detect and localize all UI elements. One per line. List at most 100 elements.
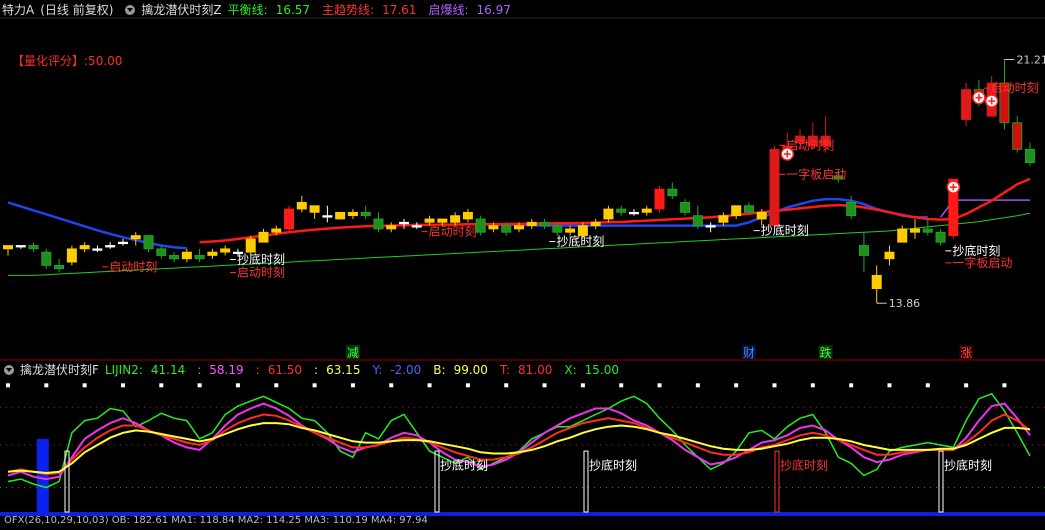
osc-signal-label: 抄底时刻: [944, 457, 992, 472]
stock-name: 特力A: [2, 3, 35, 17]
sub-header-item-label: X:: [564, 363, 577, 377]
candle-body: [143, 235, 154, 250]
header-item-label: 平衡线:: [227, 3, 268, 17]
sub-header-item-value: 81.00: [518, 363, 553, 377]
candle-body: [1025, 148, 1035, 164]
candle-body: [3, 245, 13, 250]
osc-top-dot: [312, 383, 317, 388]
osc-top-dot: [580, 383, 585, 388]
candle-body: [858, 245, 869, 256]
header-item-label: 启爆线:: [428, 3, 469, 17]
candle-body: [450, 215, 461, 223]
sub-header-item-value: 99.00: [453, 363, 488, 377]
candle-body: [424, 218, 435, 223]
osc-red-line: [7, 413, 1031, 476]
breakout-line-blue-0: [7, 201, 187, 250]
osc-top-dot: [849, 383, 854, 388]
osc-magenta-line: [7, 402, 1031, 481]
candle-body: [156, 248, 167, 256]
sub-header-item-6: T: 81.00: [500, 363, 558, 377]
candle-body: [15, 245, 26, 248]
annotation-label: 抄底时刻: [556, 234, 604, 249]
candle-body: [309, 205, 320, 213]
sub-header-item-label: LIJIN2:: [104, 363, 143, 377]
candle-body: [590, 221, 601, 227]
osc-top-dot: [504, 383, 509, 388]
osc-top-dot: [44, 383, 49, 388]
osc-top-dot: [695, 383, 700, 388]
quant-score: 【量化评分】:50.00: [12, 52, 122, 69]
candle-body: [667, 188, 678, 197]
osc-blue-bar: [36, 438, 49, 512]
candle-body: [718, 215, 729, 223]
osc-top-dot: [734, 383, 739, 388]
candle-body: [399, 221, 410, 225]
low-price-label: 13.86: [889, 297, 921, 310]
sub-header-item-value: 61.50: [267, 363, 303, 377]
indicator-menu-icon[interactable]: [125, 5, 136, 15]
candle-body: [54, 265, 65, 270]
osc-signal-bar: [774, 450, 780, 513]
osc-top-dot: [925, 383, 930, 388]
candle-body: [245, 238, 256, 253]
annotation-label: 启动时刻: [991, 81, 1039, 95]
quant-score-label: 【量化评分】: [12, 54, 85, 68]
sub-header-item-3: :63.15: [314, 363, 366, 377]
candle-body: [961, 89, 972, 120]
candle-body: [437, 218, 448, 223]
candle-body: [130, 235, 141, 240]
osc-top-dot: [542, 383, 547, 388]
candle-body: [258, 231, 269, 243]
sub-header-item-label: :: [197, 363, 202, 377]
candle-body: [526, 221, 537, 227]
osc-signal-bar: [434, 450, 440, 513]
sub-header-item-label: B:: [433, 363, 446, 377]
candle-body: [169, 255, 180, 260]
osc-signal-bar: [583, 450, 589, 513]
candle-body: [41, 251, 52, 266]
candle-body: [488, 225, 499, 230]
osc-top-dot: [274, 383, 279, 388]
candle-body: [680, 201, 691, 213]
candle-body: [271, 228, 282, 233]
annotation-label: 抄底时刻: [237, 251, 285, 266]
sub-header-item-value: 15.00: [584, 363, 619, 377]
osc-top-dot: [772, 383, 777, 388]
candle-body: [501, 225, 512, 233]
osc-top-dot: [887, 383, 892, 388]
candle-body: [360, 211, 371, 217]
candle-body: [347, 211, 358, 217]
event-tag: 减: [347, 346, 359, 360]
header-item-value: 16.97: [476, 3, 511, 17]
chart-svg[interactable]: 21.2113.86启动时刻抄底时刻启动时刻启动时刻抄底时刻抄底时刻启动时刻一字…: [0, 0, 1045, 526]
quant-score-value: :50.00: [84, 54, 123, 68]
sub-header-item-label: Y:: [372, 363, 383, 377]
sub-header-item-2: :61.50: [256, 363, 308, 377]
sub-header-item-7: X: 15.00: [564, 363, 625, 377]
candle-body: [194, 255, 205, 260]
candle-body: [373, 218, 384, 230]
event-tag: 涨: [960, 345, 972, 360]
sub-header-item-4: Y: -2.00: [372, 363, 427, 377]
header-item-value: 17.61: [382, 3, 417, 17]
osc-top-dot: [1002, 383, 1007, 388]
candle-body: [28, 245, 39, 250]
candle-body: [207, 251, 218, 256]
osc-top-dot: [82, 383, 87, 388]
candle-body: [92, 248, 103, 251]
candle-body: [79, 245, 90, 250]
osc-signal-label: 抄底时刻: [589, 457, 637, 472]
candle-body: [743, 205, 754, 213]
candle-body: [552, 225, 563, 233]
sub-header-item-label: :: [314, 363, 319, 377]
sub-indicator-menu-icon[interactable]: [4, 365, 14, 375]
bottom-strip: OFX(26,10,29,10,03) OB: 182.61 MA1: 118.…: [4, 516, 428, 526]
sub-header-item-1: :58.19: [197, 363, 249, 377]
candle-body: [322, 215, 333, 218]
candle-body: [910, 228, 921, 233]
candle-body: [603, 208, 614, 220]
candle-body: [462, 211, 473, 220]
candle-body: [897, 228, 908, 243]
osc-signal-label: 抄底时刻: [780, 457, 828, 472]
osc-top-dot: [657, 383, 662, 388]
